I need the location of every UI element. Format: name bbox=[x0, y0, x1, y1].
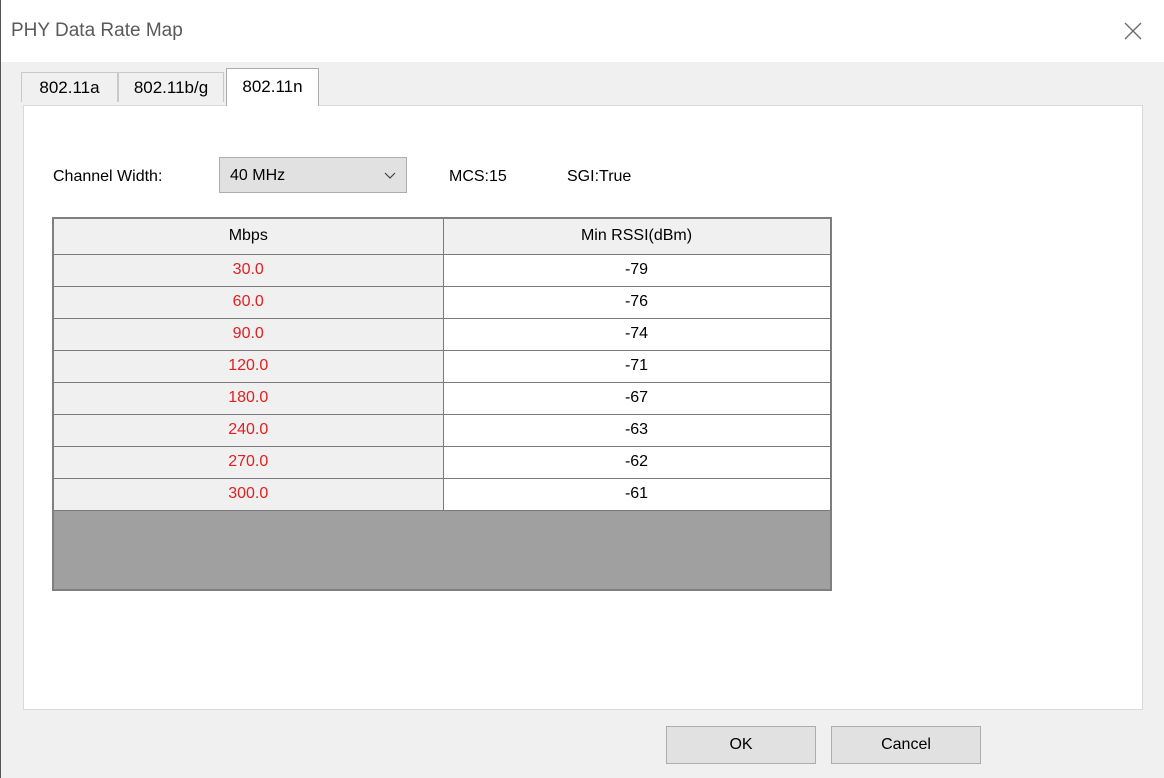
channel-width-value: 40 MHz bbox=[230, 167, 286, 184]
table-header-row: Mbps Min RSSI(dBm) bbox=[54, 219, 831, 255]
column-header-min-rssi[interactable]: Min RSSI(dBm) bbox=[443, 219, 831, 255]
channel-width-label: Channel Width: bbox=[53, 168, 163, 185]
table-row[interactable]: 90.0 -74 bbox=[54, 318, 831, 351]
rssi-cell[interactable]: -79 bbox=[443, 254, 831, 287]
table-row[interactable]: 240.0 -63 bbox=[54, 414, 831, 447]
mbps-cell[interactable]: 60.0 bbox=[54, 286, 444, 319]
table-row[interactable]: 120.0 -71 bbox=[54, 350, 831, 383]
tab-802-11a[interactable]: 802.11a bbox=[21, 72, 118, 102]
mcs-label: MCS:15 bbox=[449, 168, 507, 185]
mbps-cell[interactable]: 180.0 bbox=[54, 382, 444, 415]
title-bar: PHY Data Rate Map bbox=[1, 0, 1164, 62]
close-button[interactable] bbox=[1102, 0, 1164, 62]
dialog-window: PHY Data Rate Map 802.11a 802.11b/g 802.… bbox=[0, 0, 1164, 778]
channel-width-select[interactable]: 40 MHz bbox=[219, 157, 407, 193]
mbps-cell[interactable]: 30.0 bbox=[54, 254, 444, 287]
close-icon bbox=[1124, 22, 1142, 40]
table-row[interactable]: 300.0 -61 bbox=[54, 478, 831, 511]
mbps-cell[interactable]: 270.0 bbox=[54, 446, 444, 479]
window-title: PHY Data Rate Map bbox=[11, 20, 183, 41]
cancel-button[interactable]: Cancel bbox=[831, 726, 981, 764]
rssi-cell[interactable]: -67 bbox=[443, 382, 831, 415]
mbps-cell[interactable]: 120.0 bbox=[54, 350, 444, 383]
mbps-cell[interactable]: 90.0 bbox=[54, 318, 444, 351]
chevron-down-icon bbox=[384, 172, 396, 179]
tab-802-11n[interactable]: 802.11n bbox=[226, 68, 319, 106]
mbps-cell[interactable]: 240.0 bbox=[54, 414, 444, 447]
rssi-cell[interactable]: -71 bbox=[443, 350, 831, 383]
data-rate-grid[interactable]: Mbps Min RSSI(dBm) 30.0 -79 60.0 -76 90.… bbox=[52, 217, 832, 591]
rssi-cell[interactable]: -74 bbox=[443, 318, 831, 351]
mbps-cell[interactable]: 300.0 bbox=[54, 478, 444, 511]
rssi-cell[interactable]: -76 bbox=[443, 286, 831, 319]
tab-802-11bg[interactable]: 802.11b/g bbox=[118, 72, 224, 102]
table-row[interactable]: 30.0 -79 bbox=[54, 254, 831, 287]
table-row[interactable]: 270.0 -62 bbox=[54, 446, 831, 479]
table-row[interactable]: 60.0 -76 bbox=[54, 286, 831, 319]
ok-button[interactable]: OK bbox=[666, 726, 816, 764]
rssi-cell[interactable]: -61 bbox=[443, 478, 831, 511]
rssi-cell[interactable]: -63 bbox=[443, 414, 831, 447]
column-header-mbps[interactable]: Mbps bbox=[54, 219, 444, 255]
data-rate-table: Mbps Min RSSI(dBm) 30.0 -79 60.0 -76 90.… bbox=[54, 219, 831, 511]
sgi-label: SGI:True bbox=[567, 168, 632, 185]
rssi-cell[interactable]: -62 bbox=[443, 446, 831, 479]
table-row[interactable]: 180.0 -67 bbox=[54, 382, 831, 415]
